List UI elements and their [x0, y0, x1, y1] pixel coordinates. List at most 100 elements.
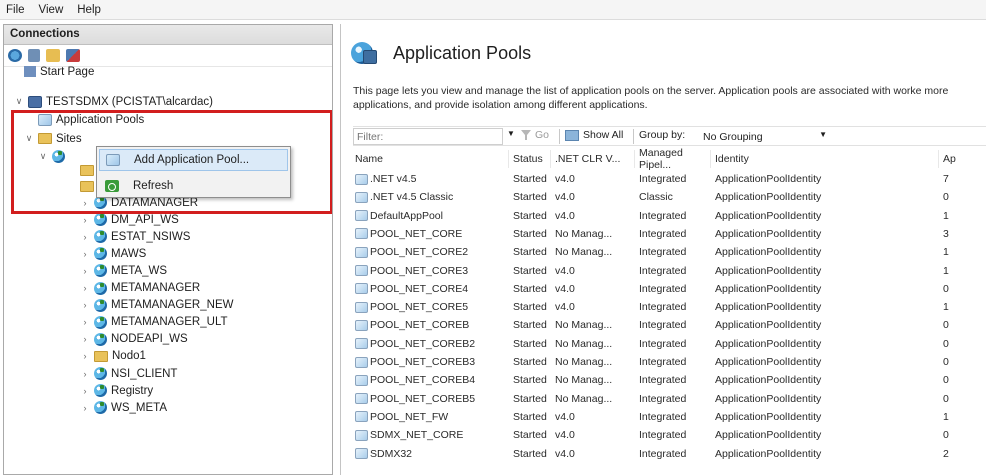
table-cell: Integrated [639, 445, 711, 463]
connect-icon[interactable] [8, 49, 22, 62]
globe-icon [94, 384, 107, 398]
table-cell: Started [513, 335, 551, 353]
cell-text: .NET v4.5 [370, 173, 417, 185]
chevron-right-icon[interactable]: › [80, 283, 90, 293]
menu-view[interactable]: View [39, 4, 64, 16]
tree-site-item[interactable]: › Nodo1 [80, 348, 146, 365]
tree-start-page[interactable]: Start Page [24, 63, 94, 80]
table-row[interactable]: POOL_NET_COREB5 Started No Manag... Integra… [353, 390, 986, 408]
table-cell: Started [513, 445, 551, 463]
chevron-right-icon[interactable]: › [80, 334, 90, 344]
cell-text: Integrated [639, 301, 687, 314]
tree-server[interactable]: ∨ TESTSDMX (PCISTAT\alcardac) [14, 93, 213, 110]
table-cell: POOL_NET_COREB4 [355, 371, 509, 389]
tree-site-item[interactable]: › MAWS [80, 245, 146, 262]
add-application-pool-menu-item[interactable]: Add Application Pool... [99, 149, 288, 171]
table-row[interactable]: POOL_NET_FW Started v4.0 Integrated Applicat… [353, 408, 986, 426]
disconnect-icon[interactable] [66, 49, 80, 62]
cell-text: ApplicationPoolIdentity [715, 319, 822, 332]
table-row[interactable]: POOL_NET_COREB4 Started No Manag... Integra… [353, 371, 986, 389]
filter-bar: ▼ Go Show All Group by: No Grouping ▼ [353, 126, 986, 146]
tree-site-item[interactable]: › NODEAPI_WS [80, 331, 188, 348]
chevron-right-icon[interactable]: › [80, 266, 90, 276]
cell-text: v4.0 [555, 447, 575, 460]
menu-help[interactable]: Help [77, 4, 101, 16]
filter-dropdown-icon[interactable]: ▼ [507, 129, 515, 138]
show-all-button[interactable]: Show All [565, 129, 623, 141]
chevron-right-icon[interactable]: › [80, 369, 90, 379]
table-row[interactable]: POOL_NET_CORE2 Started No Manag... Integrat… [353, 243, 986, 261]
cell-text: 0 [943, 429, 949, 442]
filter-input[interactable] [353, 128, 503, 145]
table-row[interactable]: POOL_NET_COREB Started No Manag... Integrat… [353, 316, 986, 334]
tree-site-item[interactable]: › Registry [80, 382, 153, 399]
refresh-menu-item[interactable]: Refresh [99, 175, 288, 197]
table-cell: 1 [943, 207, 986, 225]
tree-site-item[interactable]: › ESTAT_NSIWS [80, 228, 190, 245]
chevron-down-icon[interactable]: ∨ [14, 96, 24, 107]
column-header[interactable]: Name [353, 150, 509, 168]
save-icon[interactable] [28, 49, 40, 62]
globe-icon [94, 264, 107, 278]
table-row[interactable]: POOL_NET_CORE5 Started v4.0 Integrated Appli… [353, 298, 986, 316]
table-cell: ApplicationPoolIdentity [715, 262, 939, 280]
chevron-right-icon[interactable]: › [80, 300, 90, 310]
table-cell: ApplicationPoolIdentity [715, 298, 939, 316]
cell-text: v4.0 [555, 282, 575, 295]
tree-site-item[interactable]: › METAMANAGER_ULT [80, 314, 228, 331]
table-row[interactable]: .NET v4.5 Classic Started v4.0 Classic Appli… [353, 188, 986, 206]
tree-label: MAWS [111, 247, 147, 260]
column-header[interactable]: Ap [941, 150, 986, 168]
column-header[interactable]: .NET CLR V... [553, 150, 635, 168]
group-by-select[interactable]: No Grouping ▼ [703, 129, 833, 144]
table-row[interactable]: .NET v4.5 Started v4.0 Integrated Applicatio… [353, 170, 986, 188]
table-cell: 7 [943, 170, 986, 188]
chevron-right-icon[interactable]: › [80, 351, 90, 361]
app-pool-icon [106, 154, 120, 166]
table-row[interactable]: POOL_NET_CORE Started No Manag... Integrate… [353, 225, 986, 243]
chevron-down-icon: ▼ [819, 130, 827, 139]
go-button[interactable]: Go [521, 129, 549, 141]
tree-site-item[interactable]: › WS_META [80, 399, 167, 416]
chevron-right-icon[interactable]: › [80, 249, 90, 259]
chevron-right-icon[interactable]: › [80, 215, 90, 225]
table-row[interactable]: POOL_NET_COREB3 Started No Manag... Integra… [353, 353, 986, 371]
cell-text: 1 [943, 209, 949, 222]
table-row[interactable]: DefaultAppPool Started v4.0 Integrated Appli… [353, 207, 986, 225]
cell-text: ApplicationPoolIdentity [715, 410, 822, 423]
cell-text: No Manag... [555, 392, 613, 405]
column-header[interactable]: Identity [713, 150, 939, 168]
table-row[interactable]: POOL_NET_COREB2 Started No Manag... Integra… [353, 335, 986, 353]
chevron-right-icon[interactable]: › [80, 232, 90, 242]
cell-text: SDMX_NET_CORE [370, 429, 464, 442]
table-row[interactable]: SDMX32 Started v4.0 Integrated ApplicationPo… [353, 445, 986, 463]
chevron-right-icon[interactable]: › [80, 386, 90, 396]
column-header[interactable]: Status [511, 150, 551, 168]
tree-site-item[interactable]: › METAMANAGER [80, 280, 200, 297]
chevron-right-icon[interactable]: › [80, 317, 90, 327]
table-cell: POOL_NET_CORE [355, 225, 509, 243]
cell-text: 3 [943, 227, 949, 240]
cell-text: Started [513, 337, 547, 350]
column-header[interactable]: Managed Pipel... [637, 147, 711, 171]
cell-text: ApplicationPoolIdentity [715, 356, 822, 368]
chevron-right-icon[interactable]: › [80, 403, 90, 413]
table-row[interactable]: SDMX_NET_CORE Started v4.0 Integrated Applic… [353, 426, 986, 444]
tree-label: NODEAPI_WS [111, 333, 188, 346]
globe-icon [94, 213, 107, 227]
cell-text: POOL_NET_CORE2 [370, 246, 469, 259]
table-cell: v4.0 [555, 280, 635, 298]
tree-site-item[interactable]: › METAMANAGER_NEW [80, 297, 233, 314]
table-cell: POOL_NET_CORE5 [355, 298, 509, 316]
up-folder-icon[interactable] [46, 49, 60, 62]
tree-site-item[interactable]: › NSI_CLIENT [80, 365, 177, 382]
app-pool-icon [355, 301, 368, 313]
table-row[interactable]: POOL_NET_CORE4 Started v4.0 Integrated Appli… [353, 280, 986, 298]
cell-text: No Manag... [555, 319, 613, 332]
tree-site-item[interactable]: › META_WS [80, 262, 167, 279]
table-row[interactable]: POOL_NET_CORE3 Started v4.0 Integrated Appli… [353, 262, 986, 280]
menu-file[interactable]: File [6, 4, 25, 16]
table-cell: POOL_NET_FW [355, 408, 509, 426]
cell-text: Started [513, 246, 547, 259]
table-cell: ApplicationPoolIdentity [715, 390, 939, 408]
